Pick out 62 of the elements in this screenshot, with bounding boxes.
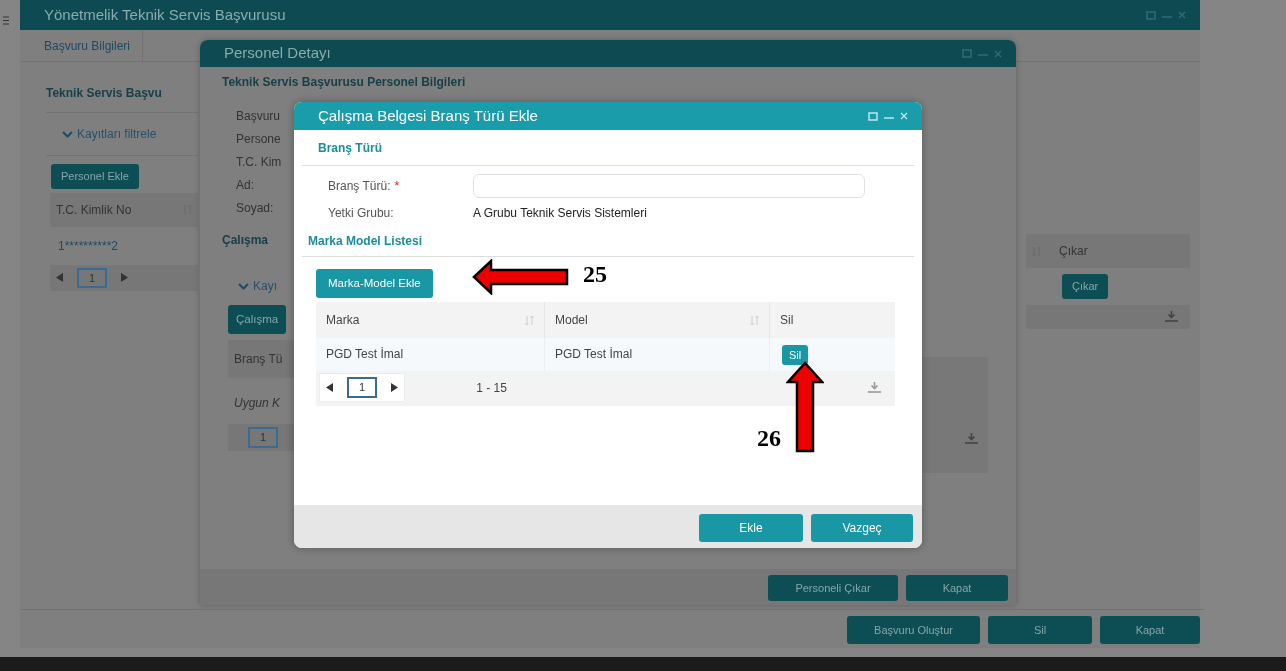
column-header: T.C. Kimlik No [56,201,132,219]
section-title: Teknik Servis Başvu [46,84,198,113]
page-number-field[interactable]: 1 [77,267,108,288]
table-cell: PGD Test İmal [326,347,404,362]
step-number: 26 [757,424,781,453]
empty-table-text: Uygun K [234,396,281,411]
maximize-icon[interactable] [1146,10,1156,20]
arrow-icon [472,259,570,295]
footer-button[interactable]: Vazgeç [811,514,913,542]
section-title: Çalışma [222,232,270,249]
footer-button[interactable]: Başvuru Oluştur [847,615,980,644]
download-icon[interactable] [965,433,978,445]
download-icon[interactable] [868,381,881,394]
window-title: Personel Detayı [224,43,331,64]
filter-link[interactable]: Kayıtları filtrele [77,125,157,143]
arrow-icon [786,361,824,453]
footer-button[interactable]: Kapat [906,574,1008,601]
field-label: Yetki Grubu: [328,205,395,222]
maximize-icon[interactable] [962,49,972,58]
filter-link[interactable]: Kayı [253,277,277,295]
table-cell: PGD Test İmal [555,347,633,362]
column-header: Model [555,312,588,330]
field-label: Persone [236,131,282,148]
remove-button[interactable]: Çıkar [1062,274,1109,299]
step-number: 25 [583,260,607,289]
tc-number-link[interactable]: 1**********2 [58,238,119,253]
menu-icon[interactable] [3,16,9,25]
footer-button[interactable]: Ekle [699,514,803,542]
required-mark: * [394,179,400,193]
next-page-icon[interactable] [391,383,399,392]
field-label: Ad: [236,177,255,194]
chevron-icon[interactable] [238,282,249,290]
footer-button[interactable]: Kapat [1100,615,1200,644]
footer-button[interactable]: Sil [988,615,1092,644]
page-range: 1 - 15 [476,379,507,397]
section-title: Marka Model Listesi [302,222,914,257]
close-icon[interactable] [994,49,1002,58]
add-certificate-button[interactable]: Çalışma [228,305,287,335]
add-personnel-button[interactable]: Personel Ekle [51,164,139,189]
close-icon[interactable] [1178,11,1186,19]
field-value: A Grubu Teknik Servis Sistemleri [473,205,647,222]
footer-button[interactable]: Personeli Çıkar [768,574,898,601]
delete-button[interactable]: Sil [782,344,809,365]
field-label: Başvuru [236,108,282,125]
column-header: Çıkar [1059,243,1088,260]
previous-page-icon[interactable] [326,383,333,392]
dialog-title: Çalışma Belgesi Branş Türü Ekle [318,105,538,126]
section-title: Branş Türü [302,136,914,166]
branch-type-field[interactable] [473,174,865,198]
column-header: Branş Tü [234,352,283,367]
chevron-icon[interactable] [62,130,73,138]
page-number-field[interactable]: 1 [347,377,378,398]
add-brand-model-button[interactable]: Marka-Model Ekle [316,269,433,299]
field-label: T.C. Kim [236,154,283,171]
field-label: Soyad: [236,200,275,217]
section-title: Teknik Servis Başvurusu Personel Bilgileri [222,74,466,91]
column-header: Marka [326,312,360,330]
page-number-field[interactable]: 1 [248,427,279,448]
download-icon[interactable] [1165,310,1178,323]
window-title: Yönetmelik Teknik Servis Başvurusu [44,4,286,25]
field-label: Branş Türü: * [328,178,401,195]
column-header: Sil [780,312,794,330]
